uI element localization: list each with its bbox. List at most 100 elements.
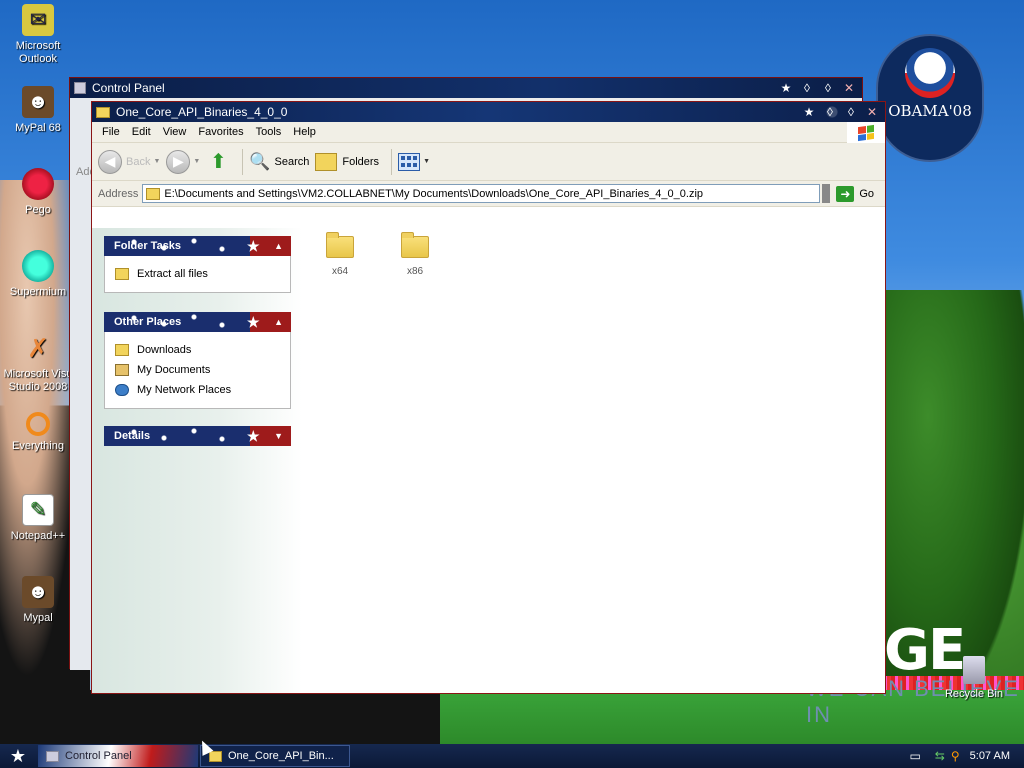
place-label: My Network Places <box>137 384 232 396</box>
start-button-star-icon[interactable]: ★ <box>0 744 36 768</box>
place-my-documents[interactable]: My Documents <box>115 360 280 380</box>
desktop-icon-pego[interactable]: Pego <box>0 168 76 217</box>
control-panel-window-controls: ★ ◊ ◊ ✕ <box>777 80 858 96</box>
desktop-icon-mypal68[interactable]: ☻ MyPal 68 <box>0 86 76 135</box>
go-arrow-icon: ➜ <box>836 185 855 202</box>
search-tray-icon[interactable]: ⚲ <box>951 749 960 763</box>
folder-icon <box>115 344 129 356</box>
menu-help[interactable]: Help <box>287 126 322 138</box>
task-pane: Folder Tasks ★ ▲ Extract all files Other… <box>92 228 302 693</box>
wallpaper-suit <box>90 690 470 744</box>
desktop-icon-everything[interactable]: Everything <box>0 412 76 453</box>
desktop-icon-supermium[interactable]: Supermium <box>0 250 76 299</box>
views-icon <box>398 152 421 171</box>
close-button[interactable]: ✕ <box>863 104 881 120</box>
folder-item-x64[interactable]: x64 <box>310 232 370 277</box>
taskbar-button-control-panel[interactable]: Control Panel <box>38 745 198 767</box>
desktop-icon-recycle-bin[interactable]: Recycle Bin <box>936 656 1012 701</box>
menu-file[interactable]: File <box>96 126 126 138</box>
address-dropdown-icon[interactable] <box>822 184 831 203</box>
minimize-button[interactable]: ★ <box>777 80 795 96</box>
search-label: Search <box>274 155 310 168</box>
menu-edit[interactable]: Edit <box>126 126 157 138</box>
folders-button[interactable]: Folders <box>315 152 379 171</box>
toolbar-separator <box>242 148 244 175</box>
zip-folder-icon <box>146 187 161 200</box>
network-places-icon <box>115 384 129 396</box>
explorer-window[interactable]: One_Core_API_Binaries_4_0_0 ★ ◊ ◊ ✕ File… <box>91 101 886 694</box>
folder-tasks-title: Folder Tasks <box>114 240 182 252</box>
up-folder-icon: ⬆ <box>209 151 227 173</box>
zip-folder-icon <box>96 106 110 118</box>
star-icon: ★ <box>247 428 260 444</box>
taskbar-button-explorer[interactable]: One_Core_API_Bin... <box>200 745 350 767</box>
my-documents-icon <box>115 364 129 376</box>
forward-arrow-icon: ▶ <box>166 149 191 174</box>
desktop-icon-visual-studio[interactable]: ✗ Microsoft Visu Studio 2008 <box>0 332 76 394</box>
extract-icon <box>115 268 129 280</box>
network-icon[interactable]: ⇆ <box>935 749 945 763</box>
expand-icon[interactable]: ▼ <box>274 426 283 446</box>
folder-icon <box>401 232 429 258</box>
window-controls: ★ ◊ ◊ ✕ <box>800 104 881 120</box>
place-downloads[interactable]: Downloads <box>115 340 280 360</box>
menu-view[interactable]: View <box>157 126 193 138</box>
folder-tasks-panel: Folder Tasks ★ ▲ Extract all files <box>104 236 291 293</box>
close-button[interactable]: ✕ <box>840 80 858 96</box>
desktop-icon-notepadpp[interactable]: ✎ Notepad++ <box>0 494 76 543</box>
star-icon: ★ <box>247 314 260 330</box>
search-button[interactable]: 🔍 Search <box>249 152 309 172</box>
collapse-icon[interactable]: ▲ <box>274 312 283 332</box>
control-panel-titlebar[interactable]: Control Panel ★ ◊ ◊ ✕ <box>70 78 862 98</box>
desktop-icon-label: Pego <box>25 204 51 216</box>
maximize-button[interactable]: ◊ <box>821 104 839 120</box>
obama-logo-text: OBAMA'08 <box>888 102 972 120</box>
menu-favorites[interactable]: Favorites <box>192 126 249 138</box>
explorer-titlebar[interactable]: One_Core_API_Binaries_4_0_0 ★ ◊ ◊ ✕ <box>92 102 885 122</box>
details-header[interactable]: Details ★ ▼ <box>104 426 291 446</box>
folder-tasks-header[interactable]: Folder Tasks ★ ▲ <box>104 236 291 256</box>
back-dropdown-icon[interactable]: ▼ <box>153 158 160 165</box>
go-button[interactable]: ➜ Go <box>836 185 874 202</box>
toolbar-separator <box>391 148 393 175</box>
outlook-icon: ✉ <box>22 4 54 36</box>
content-area: Folder Tasks ★ ▲ Extract all files Other… <box>92 228 885 693</box>
folder-item-x86[interactable]: x86 <box>385 232 445 277</box>
back-label: Back <box>126 155 151 168</box>
folders-icon <box>315 152 338 171</box>
taskbar-button-label: One_Core_API_Bin... <box>228 750 334 762</box>
restore-button[interactable]: ◊ <box>842 104 860 120</box>
other-places-header[interactable]: Other Places ★ ▲ <box>104 312 291 332</box>
other-places-title: Other Places <box>114 316 182 328</box>
mypal-icon: ☻ <box>22 86 54 118</box>
other-places-panel: Other Places ★ ▲ Downloads My Documents <box>104 312 291 409</box>
notepadpp-icon: ✎ <box>22 494 54 526</box>
desktop-icon-label: Recycle Bin <box>944 688 1004 700</box>
keyboard-icon[interactable]: ▭ <box>909 749 920 763</box>
restore-button[interactable]: ◊ <box>819 80 837 96</box>
forward-button[interactable]: ▶ ▼ <box>166 149 200 174</box>
address-input[interactable]: E:\Documents and Settings\VM2.COLLABNET\… <box>142 184 821 203</box>
forward-dropdown-icon[interactable]: ▼ <box>193 158 200 165</box>
folder-icon <box>326 232 354 258</box>
menu-tools[interactable]: Tools <box>250 126 288 138</box>
task-label: Extract all files <box>137 268 208 280</box>
minimize-button[interactable]: ★ <box>800 104 818 120</box>
up-folder-button[interactable]: ⬆ <box>206 150 230 174</box>
desktop-icon-label: Outlook <box>19 53 57 65</box>
desktop-icon-label: Everything <box>12 440 64 452</box>
task-extract-all[interactable]: Extract all files <box>115 264 280 284</box>
maximize-button[interactable]: ◊ <box>798 80 816 96</box>
clock[interactable]: 5:07 AM <box>970 750 1010 762</box>
back-button[interactable]: ◀ Back ▼ <box>98 149 160 174</box>
views-button[interactable]: ▼ <box>398 152 430 171</box>
place-my-network-places[interactable]: My Network Places <box>115 380 280 400</box>
collapse-icon[interactable]: ▲ <box>274 236 283 256</box>
desktop-icon-outlook[interactable]: ✉ Microsoft Outlook <box>0 4 76 66</box>
views-dropdown-icon[interactable]: ▼ <box>423 158 430 165</box>
other-places-body: Downloads My Documents My Network Places <box>104 332 291 409</box>
menu-bar: File Edit View Favorites Tools Help <box>92 122 885 143</box>
address-label: Address <box>98 187 139 200</box>
desktop-icon-label: Notepad++ <box>10 530 66 542</box>
desktop-icon-mypal[interactable]: ☻ Mypal <box>0 576 76 625</box>
